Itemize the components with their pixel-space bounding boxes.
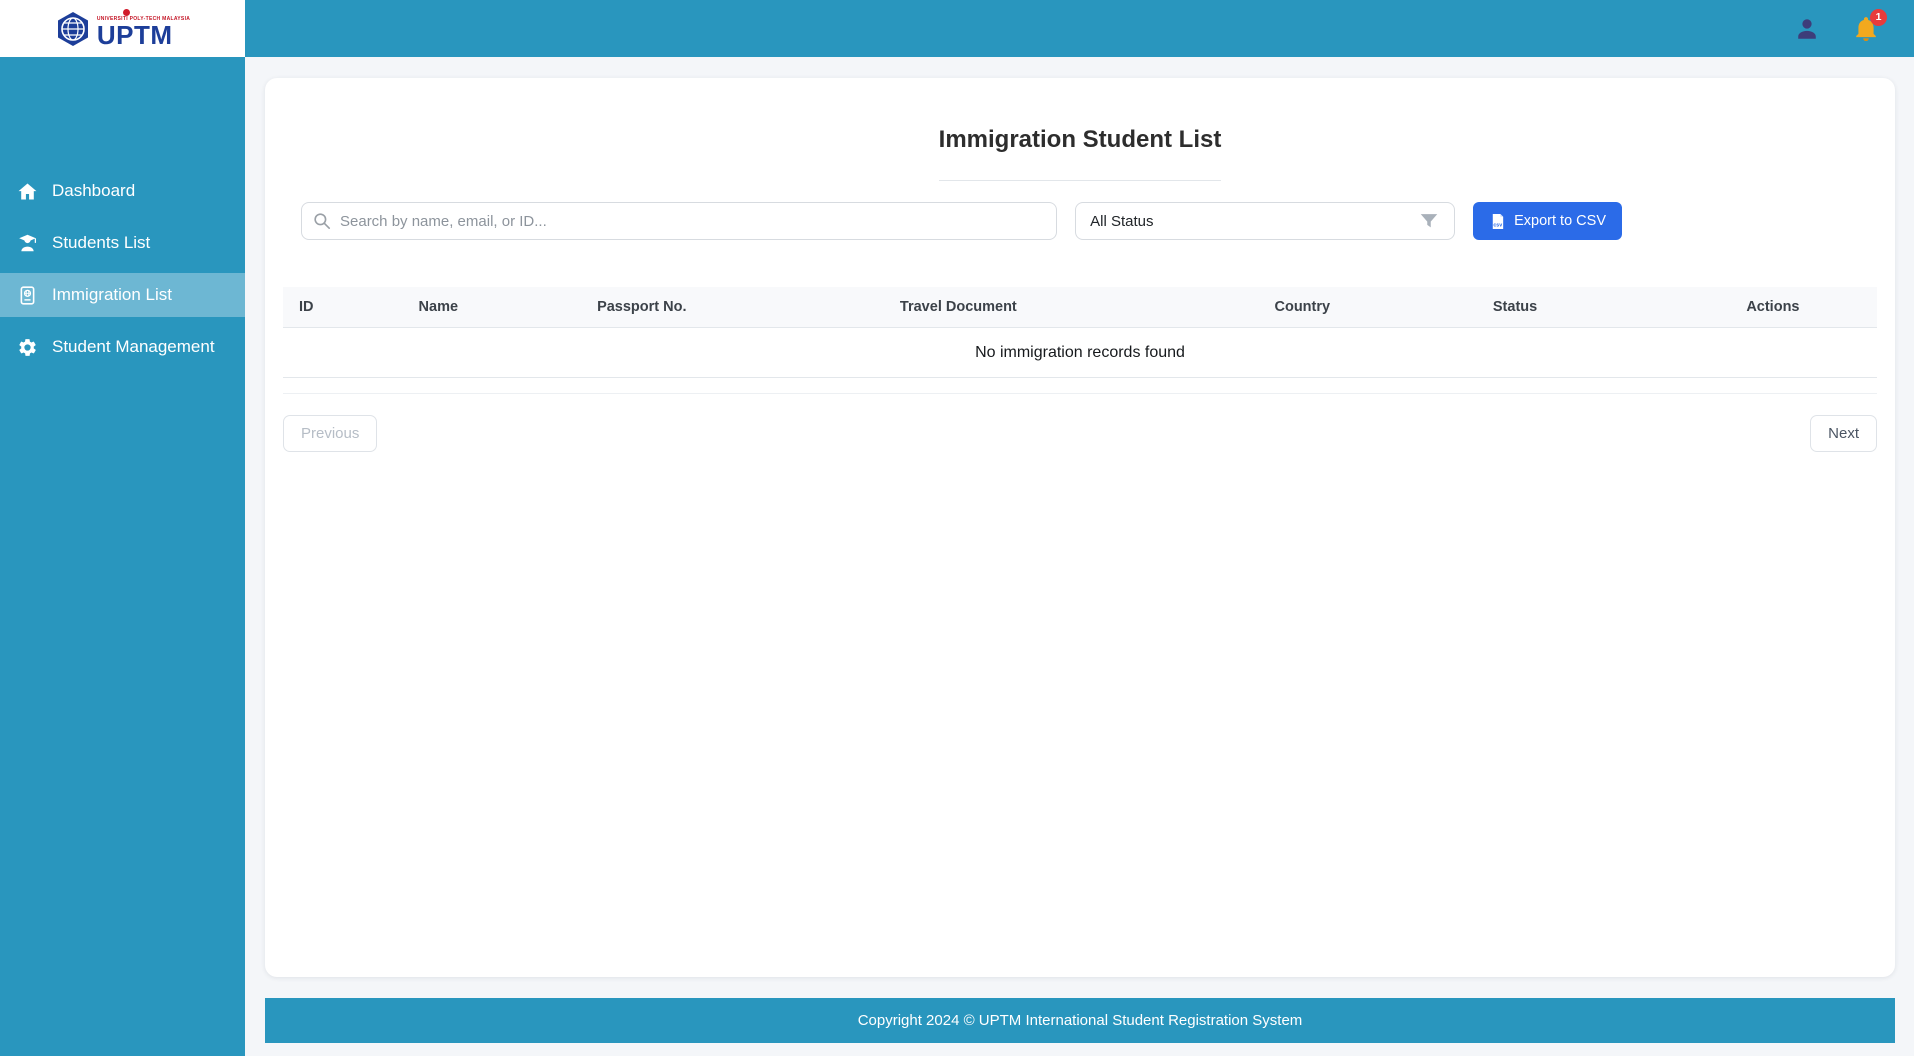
- pagination: Previous Next: [283, 415, 1877, 452]
- filter-toolbar: All Status csv Export to CSV: [301, 202, 1859, 240]
- status-filter-value: All Status: [1090, 212, 1154, 230]
- column-header-travel-document: Travel Document: [883, 287, 1259, 328]
- export-csv-button[interactable]: csv Export to CSV: [1473, 202, 1622, 240]
- sidebar-item-dashboard[interactable]: Dashboard: [0, 169, 245, 213]
- copyright-text: Copyright 2024 © UPTM International Stud…: [857, 1012, 1303, 1029]
- logo-globe-icon: [57, 11, 88, 46]
- sidebar-item-label: Immigration List: [52, 285, 172, 304]
- gear-icon: [19, 338, 36, 356]
- column-header-id: ID: [283, 287, 403, 328]
- search-icon: [314, 213, 331, 230]
- csv-file-icon: csv: [1492, 213, 1504, 229]
- sidebar-item-student-management[interactable]: Student Management: [0, 325, 245, 369]
- immigration-list-card: Immigration Student List All Status: [265, 78, 1895, 977]
- sidebar-item-students-list[interactable]: Students List: [0, 221, 245, 265]
- column-header-passport: Passport No.: [581, 287, 884, 328]
- footer-bar: Copyright 2024 © UPTM International Stud…: [265, 998, 1895, 1043]
- sidebar-item-immigration-list[interactable]: Immigration List: [0, 273, 245, 317]
- empty-state-message: No immigration records found: [283, 327, 1877, 378]
- table-bottom-divider: [283, 378, 1877, 394]
- sidebar-item-label: Dashboard: [52, 181, 136, 200]
- table-header-row: ID Name Passport No. Travel Document Cou…: [283, 287, 1877, 328]
- sidebar-item-label: Student Management: [52, 337, 215, 356]
- sidebar-item-label: Students List: [52, 233, 151, 252]
- column-header-country: Country: [1258, 287, 1477, 328]
- filter-funnel-icon: [1420, 214, 1438, 228]
- column-header-name: Name: [402, 287, 582, 328]
- logo-red-dot-icon: [122, 9, 130, 16]
- status-filter-dropdown[interactable]: All Status: [1075, 202, 1456, 240]
- export-csv-label: Export to CSV: [1514, 213, 1606, 229]
- svg-text:csv: csv: [1493, 222, 1502, 228]
- next-page-button[interactable]: Next: [1810, 415, 1877, 452]
- search-input[interactable]: [301, 202, 1058, 240]
- search-field-wrap: [301, 202, 1058, 240]
- top-header-bar: UNIVERSITI POLY-TECH MALAYSIA UPTM 1: [0, 0, 1914, 57]
- immigration-table: ID Name Passport No. Travel Document Cou…: [283, 287, 1877, 378]
- column-header-status: Status: [1476, 287, 1731, 328]
- empty-state-row: No immigration records found: [283, 327, 1877, 378]
- uptm-logo: UNIVERSITI POLY-TECH MALAYSIA UPTM: [0, 0, 245, 57]
- logo-brand-name: UPTM: [96, 20, 173, 50]
- column-header-actions: Actions: [1730, 287, 1877, 328]
- student-icon: [19, 234, 36, 251]
- sidebar-nav: Dashboard Students List Immigration List…: [0, 57, 245, 1056]
- passport-icon: [20, 285, 35, 305]
- notification-count-badge: 1: [1870, 8, 1887, 26]
- previous-page-button[interactable]: Previous: [283, 415, 378, 452]
- user-profile-icon[interactable]: [1794, 16, 1820, 42]
- home-icon: [18, 182, 37, 200]
- notification-bell-icon[interactable]: 1: [1852, 8, 1887, 43]
- page-title: Immigration Student List: [938, 126, 1222, 153]
- title-divider: [939, 180, 1221, 181]
